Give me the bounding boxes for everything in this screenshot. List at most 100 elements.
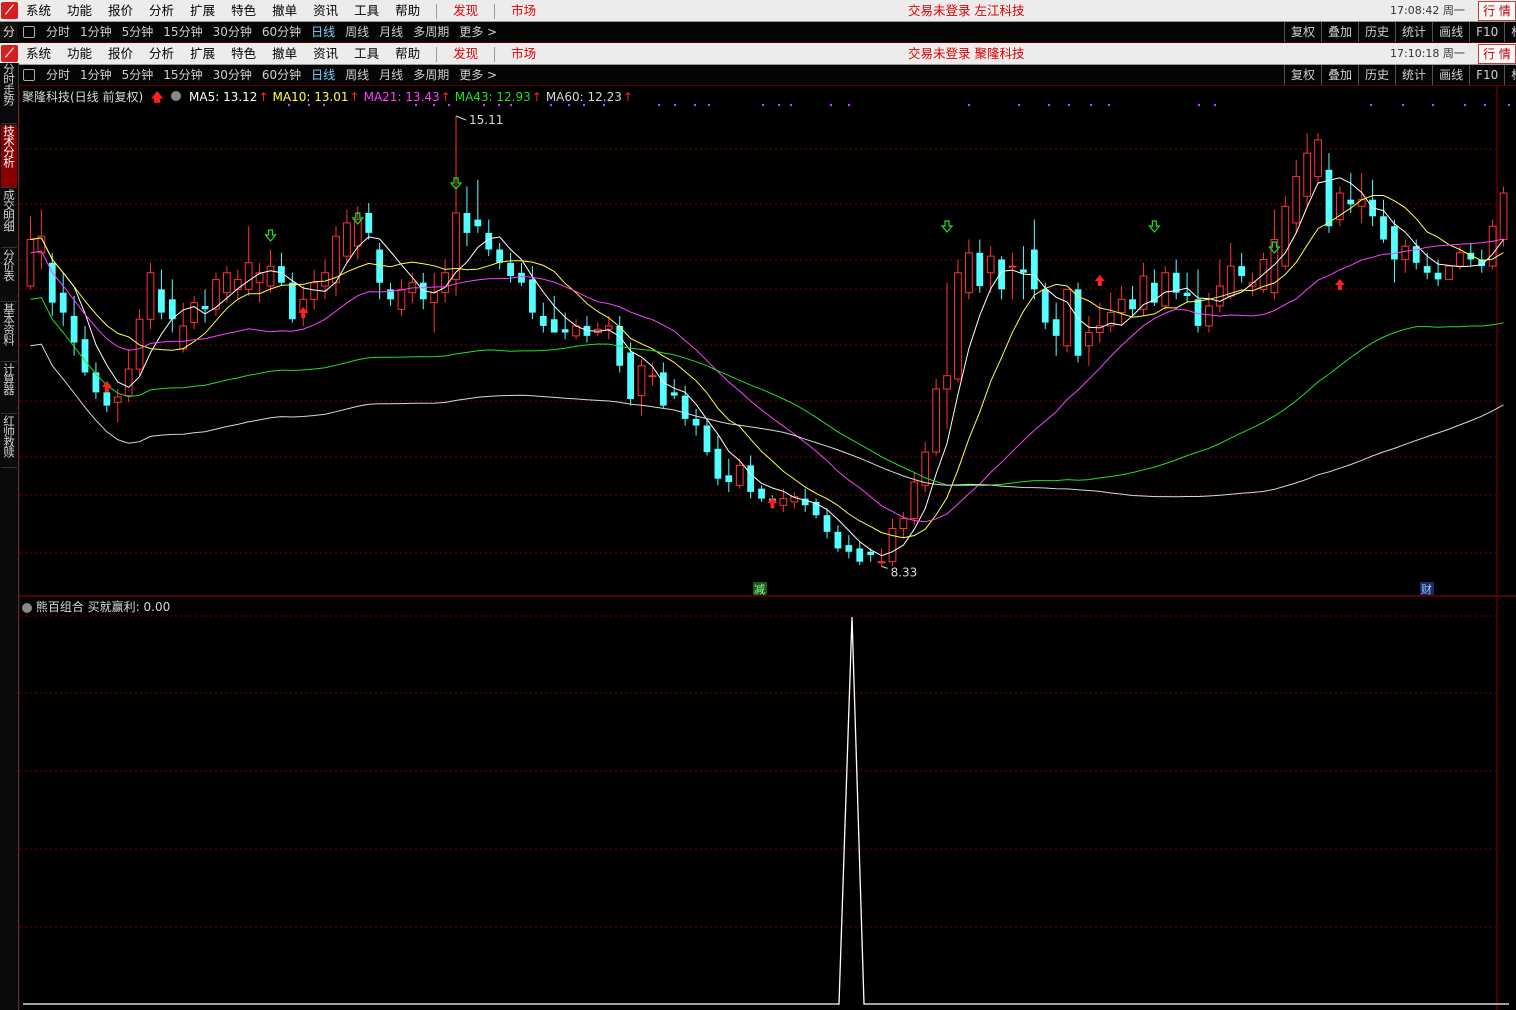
period-tab[interactable]: 60分钟 [262, 65, 301, 85]
period-tab[interactable]: 月线 [379, 65, 403, 85]
market-menu[interactable]: 市场 [511, 0, 536, 21]
candle-body [932, 388, 941, 453]
tool-button[interactable]: 历史 [1358, 65, 1395, 85]
market-menu[interactable]: 市场 [511, 43, 536, 64]
sidebar-tab[interactable]: 分时走势 [1, 63, 17, 124]
period-tab[interactable]: 分时 [46, 22, 70, 42]
app-logo-icon[interactable]: ⟋ [1, 2, 18, 19]
menu-item[interactable]: 系统 [26, 43, 51, 64]
tool-button[interactable]: F10 [1469, 65, 1504, 85]
signal-dot [1431, 103, 1435, 107]
tool-button[interactable]: 叠加 [1321, 22, 1358, 42]
menu-item[interactable]: 特色 [231, 0, 256, 21]
menu-item[interactable]: 工具 [354, 43, 379, 64]
candle-body [1161, 272, 1170, 307]
period-tab[interactable]: 月线 [379, 22, 403, 42]
period-tab[interactable]: 更多 > [459, 22, 497, 42]
tool-button[interactable]: 历史 [1358, 22, 1395, 42]
period-tab[interactable]: 日线 [311, 65, 335, 85]
period-lead[interactable]: 分 [0, 22, 18, 42]
period-tab[interactable]: 5分钟 [122, 22, 154, 42]
menu-item[interactable]: 帮助 [395, 43, 420, 64]
tool-button[interactable]: 标记 [1504, 65, 1516, 85]
kline-chart[interactable]: 15.11 8.33 减 财 [19, 85, 1516, 1010]
sell-arrow-icon [1148, 220, 1161, 233]
quote-button[interactable]: 行 情 [1478, 1, 1516, 21]
candle-body [474, 219, 482, 227]
discover-menu[interactable]: 发现 [453, 43, 478, 64]
period-tab[interactable]: 60分钟 [262, 22, 301, 42]
toggle-checkbox-icon[interactable] [23, 69, 35, 81]
candle-body [397, 288, 406, 310]
tool-button[interactable]: 标记 [1504, 22, 1516, 42]
candle-body [659, 372, 667, 406]
high-price-label: 15.11 [469, 113, 503, 127]
candle-body [943, 375, 951, 390]
period-toolbar: 分 分时 1分钟 5分钟 15分钟 30分钟 60分钟 日线 周线 月线 多周期 更多 > 复权 叠加… [0, 22, 1516, 43]
menu-item[interactable]: 报价 [108, 43, 133, 64]
tool-button[interactable]: 统计 [1395, 22, 1432, 42]
period-tab[interactable]: 15分钟 [163, 22, 202, 42]
trade-status[interactable]: 交易未登录 左江科技 [908, 0, 1024, 21]
candle-body [637, 365, 646, 397]
period-tab[interactable]: 30分钟 [213, 22, 252, 42]
period-tab[interactable]: 多周期 [413, 65, 449, 85]
menu-item[interactable]: 扩展 [190, 43, 215, 64]
menu-item[interactable]: 撤单 [272, 43, 297, 64]
period-tab[interactable]: 日线 [311, 22, 335, 42]
sidebar-tab[interactable]: 红帅救赎 [1, 415, 17, 468]
period-tab[interactable]: 30分钟 [213, 65, 252, 85]
tool-button[interactable]: 画线 [1432, 22, 1469, 42]
sidebar-tab[interactable]: 技术分析 [1, 125, 17, 188]
signal-dot [1017, 103, 1021, 107]
period-tab[interactable]: 更多 > [459, 65, 497, 85]
menu-item[interactable]: 资讯 [313, 0, 338, 21]
tool-button[interactable]: 复权 [1284, 65, 1321, 85]
toggle-checkbox-icon[interactable] [23, 26, 35, 38]
candle-body [921, 451, 930, 486]
signal-dot [582, 103, 586, 107]
tool-button[interactable]: 复权 [1284, 22, 1321, 42]
discover-menu[interactable]: 发现 [453, 0, 478, 21]
tool-button[interactable]: 叠加 [1321, 65, 1358, 85]
sidebar-tab[interactable]: 基本资料 [1, 303, 17, 362]
app-logo-icon[interactable]: ⟋ [1, 45, 18, 62]
menu-item[interactable]: 报价 [108, 0, 133, 21]
buy-arrow-icon [1094, 275, 1105, 286]
tool-button[interactable]: 画线 [1432, 65, 1469, 85]
menu-item[interactable]: 分析 [149, 43, 174, 64]
tool-button[interactable]: 统计 [1395, 65, 1432, 85]
period-tab[interactable]: 周线 [345, 22, 369, 42]
candle-body [1052, 319, 1060, 336]
candle-body [135, 318, 144, 370]
menu-item[interactable]: 系统 [26, 0, 51, 21]
period-tab[interactable]: 周线 [345, 65, 369, 85]
period-tab[interactable]: 多周期 [413, 22, 449, 42]
sidebar-tab[interactable]: 成交明细 [1, 189, 17, 248]
menu-item[interactable]: 资讯 [313, 43, 338, 64]
period-tab[interactable]: 分时 [46, 65, 70, 85]
period-tab[interactable]: 1分钟 [80, 22, 112, 42]
period-tab[interactable]: 1分钟 [80, 65, 112, 85]
trade-status[interactable]: 交易未登录 聚隆科技 [908, 43, 1024, 64]
menu-item[interactable]: 帮助 [395, 0, 420, 21]
period-tab[interactable]: 5分钟 [122, 65, 154, 85]
menu-item[interactable]: 分析 [149, 0, 174, 21]
menu-item[interactable]: 特色 [231, 43, 256, 64]
menu-item[interactable]: 工具 [354, 0, 379, 21]
menu-item[interactable]: 功能 [67, 43, 92, 64]
sidebar-tab[interactable]: 分价表 [1, 249, 17, 302]
app-menubar-2: ⟋ 系统 功能 报价 分析 扩展 特色 撤单 资讯 工具 帮助 发现 市场 交易未登录 聚隆科技 17… [0, 43, 1516, 65]
period-tab[interactable]: 15分钟 [163, 65, 202, 85]
candle-body [222, 272, 231, 294]
candle-body [539, 315, 547, 326]
tool-button[interactable]: F10 [1469, 22, 1504, 42]
candle-body [561, 329, 569, 333]
menu-item[interactable]: 扩展 [190, 0, 215, 21]
candle-body [779, 498, 788, 506]
sidebar-tab[interactable]: 计算器 [1, 363, 17, 414]
menu-item[interactable]: 撤单 [272, 0, 297, 21]
signal-dot [1483, 103, 1487, 107]
menu-item[interactable]: 功能 [67, 0, 92, 21]
quote-button[interactable]: 行 情 [1478, 44, 1516, 64]
